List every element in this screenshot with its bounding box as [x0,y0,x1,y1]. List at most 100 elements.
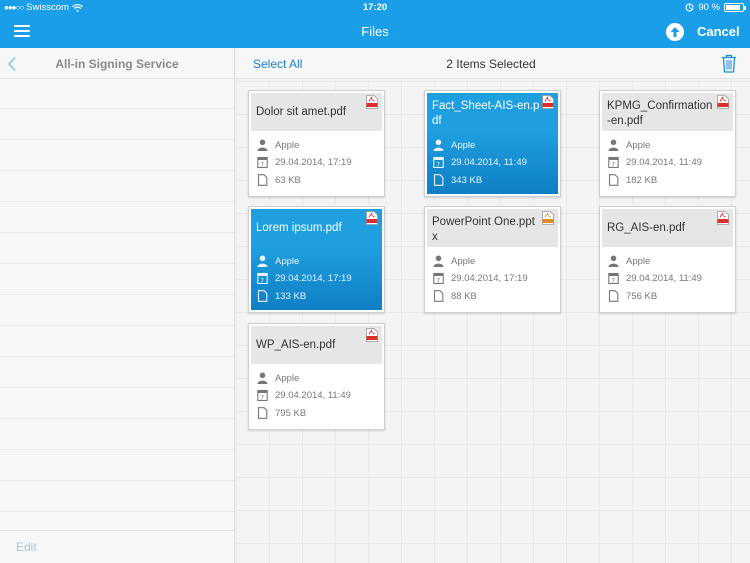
file-date-row: 7 29.04.2014, 17:19 [433,272,528,284]
file-name: RG_AIS-en.pdf [607,222,685,234]
user-icon [608,139,619,151]
file-size: 343 KB [451,174,483,186]
pdf-file-icon [366,95,378,109]
upload-arrow-icon[interactable] [666,23,684,41]
battery-percent: 90 % [698,2,720,13]
file-size-row: 756 KB [608,290,657,302]
file-name: KPMG_Confirmation-en.pdf [607,100,713,127]
file-date: 29.04.2014, 17:19 [451,272,528,284]
sidebar-footer: Edit [0,530,234,563]
file-owner-row: Apple [257,139,299,151]
file-name: Lorem ipsum.pdf [256,222,342,234]
svg-text:7: 7 [611,161,615,168]
file-date: 29.04.2014, 11:49 [451,156,527,168]
file-owner-row: Apple [608,139,650,151]
svg-text:7: 7 [611,277,615,284]
file-name: PowerPoint One.pptx [432,216,535,243]
file-size-row: 88 KB [433,290,477,302]
calendar-icon: 7 [257,389,268,401]
file-size-row: 133 KB [257,290,306,302]
pptx-file-icon [542,211,554,225]
file-date: 29.04.2014, 11:49 [626,156,702,168]
battery-fill [726,5,741,10]
file-name: Fact_Sheet-AIS-en.pdf [432,100,540,127]
file-card-header: Dolor sit amet.pdf [251,93,382,131]
calendar-icon: 7 [257,156,268,168]
file-card[interactable]: PowerPoint One.pptx Apple 7 29.04.2014, … [424,206,561,313]
calendar-icon: 7 [433,272,444,284]
file-size-row: 795 KB [257,407,306,419]
file-size: 88 KB [451,290,477,302]
pdf-file-icon [542,95,554,109]
file-date-row: 7 29.04.2014, 11:49 [608,156,702,168]
status-time: 17:20 [362,2,388,13]
file-card-header: PowerPoint One.pptx [427,209,558,247]
file-owner: Apple [275,255,300,267]
file-date-row: 7 29.04.2014, 17:19 [257,272,352,284]
file-size: 63 KB [275,174,301,186]
sidebar-header: All-in Signing Service [0,48,234,79]
user-icon [257,255,268,267]
file-owner-row: Apple [257,255,299,267]
file-card-header: WP_AIS-en.pdf [251,326,382,364]
file-card-header: Lorem ipsum.pdf [251,209,382,247]
svg-text:7: 7 [436,277,440,284]
file-owner-row: Apple [608,255,650,267]
user-icon [257,139,268,151]
file-card[interactable]: RG_AIS-en.pdf Apple 7 29.04.2014, 11:49 … [599,206,736,313]
file-name: WP_AIS-en.pdf [256,339,336,351]
file-size: 133 KB [275,290,307,302]
svg-text:7: 7 [436,161,440,168]
calendar-icon: 7 [433,156,444,168]
calendar-icon: 7 [608,156,619,168]
document-icon [433,290,444,302]
file-size: 795 KB [275,407,307,419]
file-card-header: RG_AIS-en.pdf [602,209,733,247]
document-icon [257,407,268,419]
file-size: 756 KB [626,290,658,302]
user-icon [433,139,444,151]
file-name: Dolor sit amet.pdf [256,106,347,118]
svg-text:7: 7 [260,277,264,284]
file-card[interactable]: Dolor sit amet.pdf Apple 7 29.04.2014, 1… [248,90,385,197]
calendar-icon: 7 [257,272,268,284]
file-owner: Apple [626,255,651,267]
file-owner-row: Apple [433,255,475,267]
file-owner: Apple [275,139,300,151]
document-icon [608,174,619,186]
cancel-button[interactable]: Cancel [697,24,740,39]
file-owner: Apple [451,139,476,151]
page-title: Files [361,24,389,39]
file-card[interactable]: KPMG_Confirmation-en.pdf Apple 7 29.04.2… [599,90,736,197]
nav-bar: Files Cancel [0,16,750,48]
file-owner: Apple [451,255,476,267]
document-icon [257,174,268,186]
file-date: 29.04.2014, 11:49 [626,272,702,284]
file-date-row: 7 29.04.2014, 11:49 [608,272,702,284]
pdf-file-icon [366,211,378,225]
selected-count: 2 Items Selected [446,57,536,71]
file-owner: Apple [275,372,300,384]
file-card[interactable]: Lorem ipsum.pdf Apple 7 29.04.2014, 17:1… [248,206,385,313]
file-date-row: 7 29.04.2014, 11:49 [257,389,351,401]
document-icon [257,290,268,302]
file-card[interactable]: WP_AIS-en.pdf Apple 7 29.04.2014, 11:49 … [248,323,385,430]
file-owner-row: Apple [433,139,475,151]
document-icon [433,174,444,186]
edit-button[interactable]: Edit [16,540,37,554]
file-card-header: Fact_Sheet-AIS-en.pdf [427,93,558,131]
file-size-row: 63 KB [257,174,301,186]
pdf-file-icon [366,328,378,342]
file-card[interactable]: Fact_Sheet-AIS-en.pdf Apple 7 29.04.2014… [424,90,561,197]
svg-text:7: 7 [260,394,264,401]
location-icon [685,3,694,12]
pdf-file-icon [717,211,729,225]
battery-icon [724,3,746,12]
file-date-row: 7 29.04.2014, 11:49 [433,156,527,168]
trash-icon[interactable] [721,54,737,73]
file-owner: Apple [626,139,651,151]
file-date: 29.04.2014, 11:49 [275,389,351,401]
sidebar: All-in Signing Service Edit [0,48,235,563]
file-size-row: 182 KB [608,174,657,186]
file-date: 29.04.2014, 17:19 [275,156,352,168]
